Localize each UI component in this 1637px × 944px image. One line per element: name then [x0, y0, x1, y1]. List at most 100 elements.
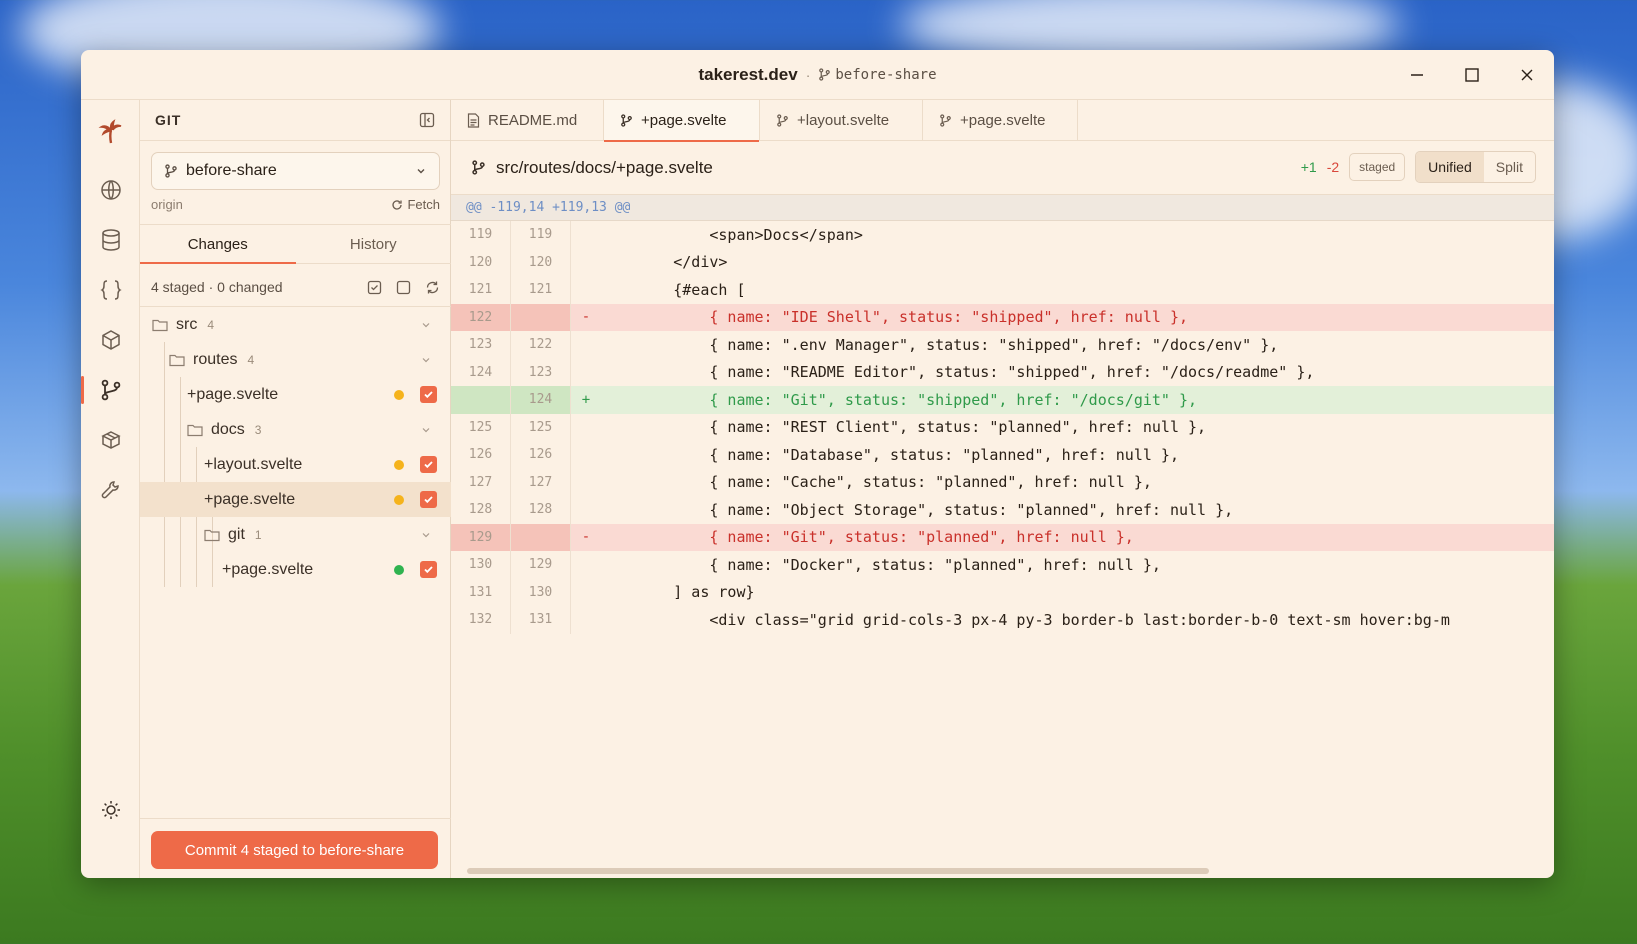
diff-line: 123 122 { name: ".env Manager", status: "…	[451, 331, 1554, 359]
folder-icon	[187, 423, 203, 437]
tree-label: +layout.svelte	[204, 455, 303, 473]
old-line-number: 125	[451, 413, 511, 441]
package-icon[interactable]	[81, 420, 140, 460]
commit-button[interactable]: Commit 4 staged to before-share	[151, 831, 438, 869]
new-line-number	[511, 523, 571, 551]
code-text: { name: "Git", status: "shipped", href: …	[601, 390, 1198, 409]
tab-readme[interactable]: README.md	[451, 100, 604, 141]
editor-tabs: README.md +page.svelte +layout.svelte +p…	[451, 100, 1554, 142]
tab-page-svelte-2[interactable]: +page.svelte	[923, 100, 1078, 141]
unstage-all-icon[interactable]	[396, 280, 411, 295]
git-branch-icon	[472, 160, 485, 175]
tree-count: 3	[254, 422, 262, 437]
status-dot	[394, 564, 404, 575]
diff-line-deleted: 129 - { name: "Git", status: "planned", h…	[451, 523, 1554, 551]
file-tree: src 4 routes 4 +page.svelte docs 3 +layo…	[140, 306, 451, 587]
staged-badge: staged	[1349, 153, 1406, 181]
maximize-icon	[1464, 68, 1479, 82]
tools-icon[interactable]	[81, 470, 140, 510]
folder-icon	[152, 318, 168, 332]
tree-folder-src[interactable]: src 4	[140, 307, 451, 342]
tree-file[interactable]: +page.svelte	[140, 552, 451, 587]
refresh-icon	[392, 199, 403, 210]
code-text: { name: "README Editor", status: "shippe…	[601, 363, 1315, 382]
tab-label: +page.svelte	[641, 112, 727, 129]
chevron-down-icon	[417, 169, 425, 174]
new-line-number	[511, 303, 571, 331]
diff-line: 119 119 <span>Docs</span>	[451, 221, 1554, 249]
palm-logo-icon[interactable]	[81, 112, 140, 152]
old-line-number: 124	[451, 358, 511, 386]
title-branch: before-share	[818, 67, 937, 83]
tab-page-svelte[interactable]: +page.svelte	[604, 100, 760, 142]
stage-checkbox[interactable]	[420, 561, 437, 578]
tab-history[interactable]: History	[296, 225, 452, 263]
maximize-button[interactable]	[1444, 50, 1499, 100]
tab-label: README.md	[488, 112, 578, 129]
tree-folder-docs[interactable]: docs 3	[140, 412, 451, 447]
git-branch-icon	[940, 114, 951, 127]
tree-file[interactable]: +page.svelte	[140, 377, 451, 412]
status-dot	[394, 389, 404, 400]
new-line-number: 129	[511, 551, 571, 579]
view-unified-button[interactable]: Unified	[1416, 152, 1484, 182]
folder-icon	[204, 528, 220, 542]
tab-layout-svelte[interactable]: +layout.svelte	[760, 100, 923, 141]
diff-line: 126 126 { name: "Database", status: "plan…	[451, 441, 1554, 469]
box-icon[interactable]	[81, 320, 140, 360]
new-line-number: 121	[511, 276, 571, 304]
fetch-button[interactable]: Fetch	[391, 197, 440, 212]
old-line-number: 128	[451, 496, 511, 524]
diff-line: 132 131 <div class="grid grid-cols-3 px-4…	[451, 606, 1554, 634]
changes-summary: 4 staged · 0 changed	[151, 279, 283, 295]
summary-actions	[367, 280, 440, 295]
code-text: { name: "Cache", status: "planned", href…	[601, 473, 1152, 492]
stage-all-icon[interactable]	[367, 280, 382, 295]
tab-label: +layout.svelte	[797, 112, 890, 129]
stage-checkbox[interactable]	[420, 491, 437, 508]
branch-select[interactable]: before-share	[151, 152, 440, 190]
refresh-icon[interactable]	[425, 280, 440, 295]
code-text: { name: "Docker", status: "planned", hre…	[601, 555, 1161, 574]
old-line-number	[451, 386, 511, 414]
git-panel: GIT before-share origin Fetch Changes Hi…	[140, 100, 451, 878]
tree-folder-git[interactable]: git 1	[140, 517, 451, 552]
file-path: src/routes/docs/+page.svelte	[496, 157, 713, 177]
sun-icon[interactable]	[81, 790, 140, 830]
status-dot	[394, 494, 404, 505]
commit-area: Commit 4 staged to before-share	[140, 818, 451, 878]
view-split-button[interactable]: Split	[1484, 152, 1535, 182]
app-title: takerest.dev	[698, 64, 798, 84]
close-icon	[1521, 69, 1532, 81]
tree-file[interactable]: +layout.svelte	[140, 447, 451, 482]
old-line-number: 131	[451, 578, 511, 606]
diff-line: 128 128 { name: "Object Storage", status:…	[451, 496, 1554, 524]
globe-icon[interactable]	[81, 170, 140, 210]
chevron-down-icon	[421, 530, 431, 540]
new-line-number: 122	[511, 331, 571, 359]
stage-checkbox[interactable]	[420, 456, 437, 473]
minimize-button[interactable]	[1389, 50, 1444, 100]
close-button[interactable]	[1499, 50, 1554, 100]
horizontal-scrollbar[interactable]	[467, 868, 1209, 874]
tree-label: src	[176, 315, 198, 333]
hunk-header: @@ -119,14 +119,13 @@	[451, 195, 1554, 221]
git-branch-icon[interactable]	[81, 370, 140, 410]
database-icon[interactable]	[81, 220, 140, 260]
tab-changes[interactable]: Changes	[140, 225, 296, 264]
stage-checkbox[interactable]	[420, 386, 437, 403]
braces-icon[interactable]	[81, 270, 140, 310]
diff-line: 125 125 { name: "REST Client", status: "p…	[451, 413, 1554, 441]
changes-summary-row: 4 staged · 0 changed	[151, 272, 440, 302]
code-text: { name: "Object Storage", status: "plann…	[601, 500, 1234, 519]
collapse-panel-icon[interactable]	[419, 112, 435, 128]
file-header: src/routes/docs/+page.svelte +1 -2 stage…	[451, 141, 1554, 195]
tab-label: +page.svelte	[960, 112, 1046, 129]
git-branch-icon	[777, 114, 788, 127]
window-controls	[1389, 50, 1554, 100]
diff-line-deleted: 122 - { name: "IDE Shell", status: "shipp…	[451, 303, 1554, 331]
tree-folder-routes[interactable]: routes 4	[140, 342, 451, 377]
code-text: ] as row}	[601, 583, 755, 602]
tree-file-selected[interactable]: +page.svelte	[140, 482, 451, 517]
additions-count: +1	[1300, 159, 1317, 175]
